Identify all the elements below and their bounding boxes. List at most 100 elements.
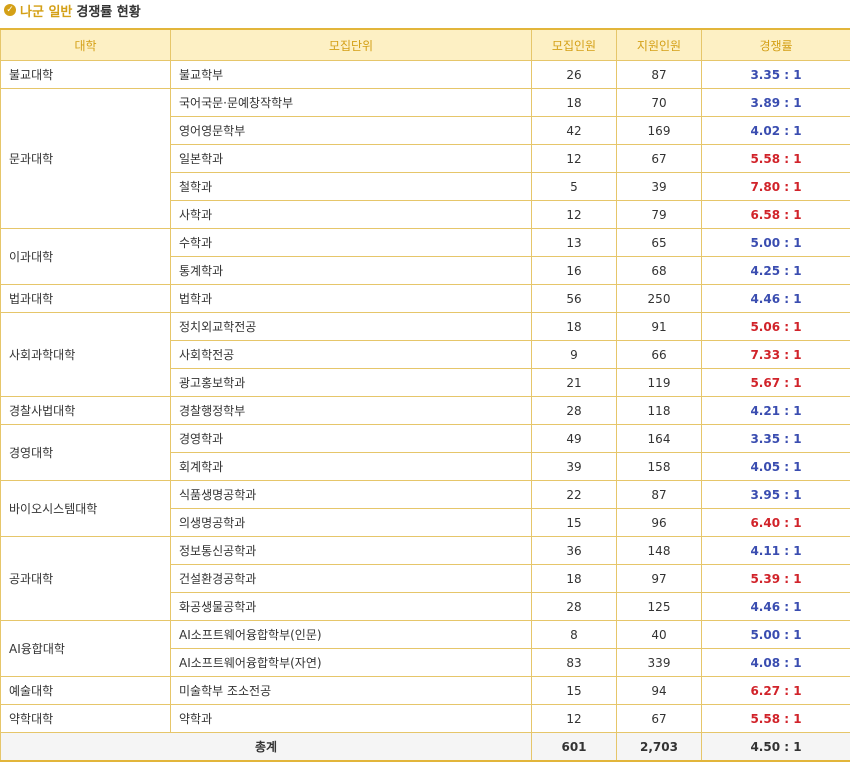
rate-cell: 4.08 : 1 — [702, 649, 850, 677]
total-quota: 601 — [532, 733, 617, 762]
unit-cell: 국어국문·문예창작학부 — [171, 89, 532, 117]
applicants-cell: 87 — [617, 61, 702, 89]
unit-cell: 식품생명공학과 — [171, 481, 532, 509]
applicants-cell: 94 — [617, 677, 702, 705]
total-applicants: 2,703 — [617, 733, 702, 762]
applicants-cell: 40 — [617, 621, 702, 649]
unit-cell: 건설환경공학과 — [171, 565, 532, 593]
unit-cell: AI소프트웨어융합학부(자연) — [171, 649, 532, 677]
unit-cell: 영어영문학부 — [171, 117, 532, 145]
applicants-cell: 164 — [617, 425, 702, 453]
title-highlight: 나군 일반 — [20, 1, 72, 20]
college-cell: AI융합대학 — [1, 621, 171, 677]
rate-cell: 3.35 : 1 — [702, 61, 850, 89]
quota-cell: 36 — [532, 537, 617, 565]
quota-cell: 12 — [532, 705, 617, 733]
rate-cell: 4.05 : 1 — [702, 453, 850, 481]
applicants-cell: 67 — [617, 145, 702, 173]
rate-cell: 4.25 : 1 — [702, 257, 850, 285]
applicants-cell: 39 — [617, 173, 702, 201]
unit-cell: 수학과 — [171, 229, 532, 257]
rate-cell: 3.89 : 1 — [702, 89, 850, 117]
total-rate: 4.50 : 1 — [702, 733, 850, 762]
quota-cell: 49 — [532, 425, 617, 453]
unit-cell: 법학과 — [171, 285, 532, 313]
rate-cell: 5.06 : 1 — [702, 313, 850, 341]
rate-cell: 4.46 : 1 — [702, 285, 850, 313]
rate-cell: 5.39 : 1 — [702, 565, 850, 593]
rate-cell: 7.33 : 1 — [702, 341, 850, 369]
chevron-down-icon: ✓ — [4, 4, 16, 16]
header-unit: 모집단위 — [171, 29, 532, 61]
quota-cell: 13 — [532, 229, 617, 257]
rate-cell: 6.27 : 1 — [702, 677, 850, 705]
applicants-cell: 97 — [617, 565, 702, 593]
applicants-cell: 119 — [617, 369, 702, 397]
applicants-cell: 87 — [617, 481, 702, 509]
quota-cell: 21 — [532, 369, 617, 397]
applicants-cell: 67 — [617, 705, 702, 733]
rate-cell: 7.80 : 1 — [702, 173, 850, 201]
applicants-cell: 70 — [617, 89, 702, 117]
quota-cell: 16 — [532, 257, 617, 285]
applicants-cell: 91 — [617, 313, 702, 341]
table-row: 예술대학미술학부 조소전공15946.27 : 1 — [1, 677, 850, 705]
quota-cell: 28 — [532, 397, 617, 425]
applicants-cell: 96 — [617, 509, 702, 537]
rate-cell: 4.02 : 1 — [702, 117, 850, 145]
quota-cell: 18 — [532, 89, 617, 117]
rate-cell: 6.40 : 1 — [702, 509, 850, 537]
college-cell: 법과대학 — [1, 285, 171, 313]
rate-cell: 5.58 : 1 — [702, 705, 850, 733]
quota-cell: 8 — [532, 621, 617, 649]
unit-cell: 광고홍보학과 — [171, 369, 532, 397]
college-cell: 이과대학 — [1, 229, 171, 285]
quota-cell: 42 — [532, 117, 617, 145]
rate-cell: 6.58 : 1 — [702, 201, 850, 229]
header-rate: 경쟁률 — [702, 29, 850, 61]
college-cell: 경영대학 — [1, 425, 171, 481]
total-row: 총계6012,7034.50 : 1 — [1, 733, 850, 762]
unit-cell: 철학과 — [171, 173, 532, 201]
table-row: 법과대학법학과562504.46 : 1 — [1, 285, 850, 313]
table-row: 문과대학국어국문·문예창작학부18703.89 : 1 — [1, 89, 850, 117]
unit-cell: 회계학과 — [171, 453, 532, 481]
quota-cell: 26 — [532, 61, 617, 89]
college-cell: 문과대학 — [1, 89, 171, 229]
total-label: 총계 — [1, 733, 532, 762]
college-cell: 사회과학대학 — [1, 313, 171, 397]
quota-cell: 15 — [532, 509, 617, 537]
applicants-cell: 66 — [617, 341, 702, 369]
title-rest: 경쟁률 현황 — [76, 1, 140, 20]
quota-cell: 5 — [532, 173, 617, 201]
applicants-cell: 79 — [617, 201, 702, 229]
applicants-cell: 339 — [617, 649, 702, 677]
unit-cell: 약학과 — [171, 705, 532, 733]
unit-cell: AI소프트웨어융합학부(인문) — [171, 621, 532, 649]
table-row: 약학대학약학과12675.58 : 1 — [1, 705, 850, 733]
table-row: AI융합대학AI소프트웨어융합학부(인문)8405.00 : 1 — [1, 621, 850, 649]
section-title: ✓ 나군 일반 경쟁률 현황 — [4, 0, 141, 20]
competition-table: 대학 모집단위 모집인원 지원인원 경쟁률 불교대학불교학부26873.35 :… — [0, 28, 850, 762]
college-cell: 예술대학 — [1, 677, 171, 705]
rate-cell: 5.00 : 1 — [702, 621, 850, 649]
quota-cell: 15 — [532, 677, 617, 705]
rate-cell: 5.58 : 1 — [702, 145, 850, 173]
quota-cell: 12 — [532, 201, 617, 229]
unit-cell: 사회학전공 — [171, 341, 532, 369]
rate-cell: 3.35 : 1 — [702, 425, 850, 453]
unit-cell: 경영학과 — [171, 425, 532, 453]
quota-cell: 18 — [532, 565, 617, 593]
rate-cell: 5.00 : 1 — [702, 229, 850, 257]
table-row: 경영대학경영학과491643.35 : 1 — [1, 425, 850, 453]
unit-cell: 불교학부 — [171, 61, 532, 89]
applicants-cell: 65 — [617, 229, 702, 257]
quota-cell: 56 — [532, 285, 617, 313]
applicants-cell: 125 — [617, 593, 702, 621]
unit-cell: 정치외교학전공 — [171, 313, 532, 341]
quota-cell: 83 — [532, 649, 617, 677]
table-row: 불교대학불교학부26873.35 : 1 — [1, 61, 850, 89]
rate-cell: 4.21 : 1 — [702, 397, 850, 425]
rate-cell: 3.95 : 1 — [702, 481, 850, 509]
college-cell: 경찰사법대학 — [1, 397, 171, 425]
